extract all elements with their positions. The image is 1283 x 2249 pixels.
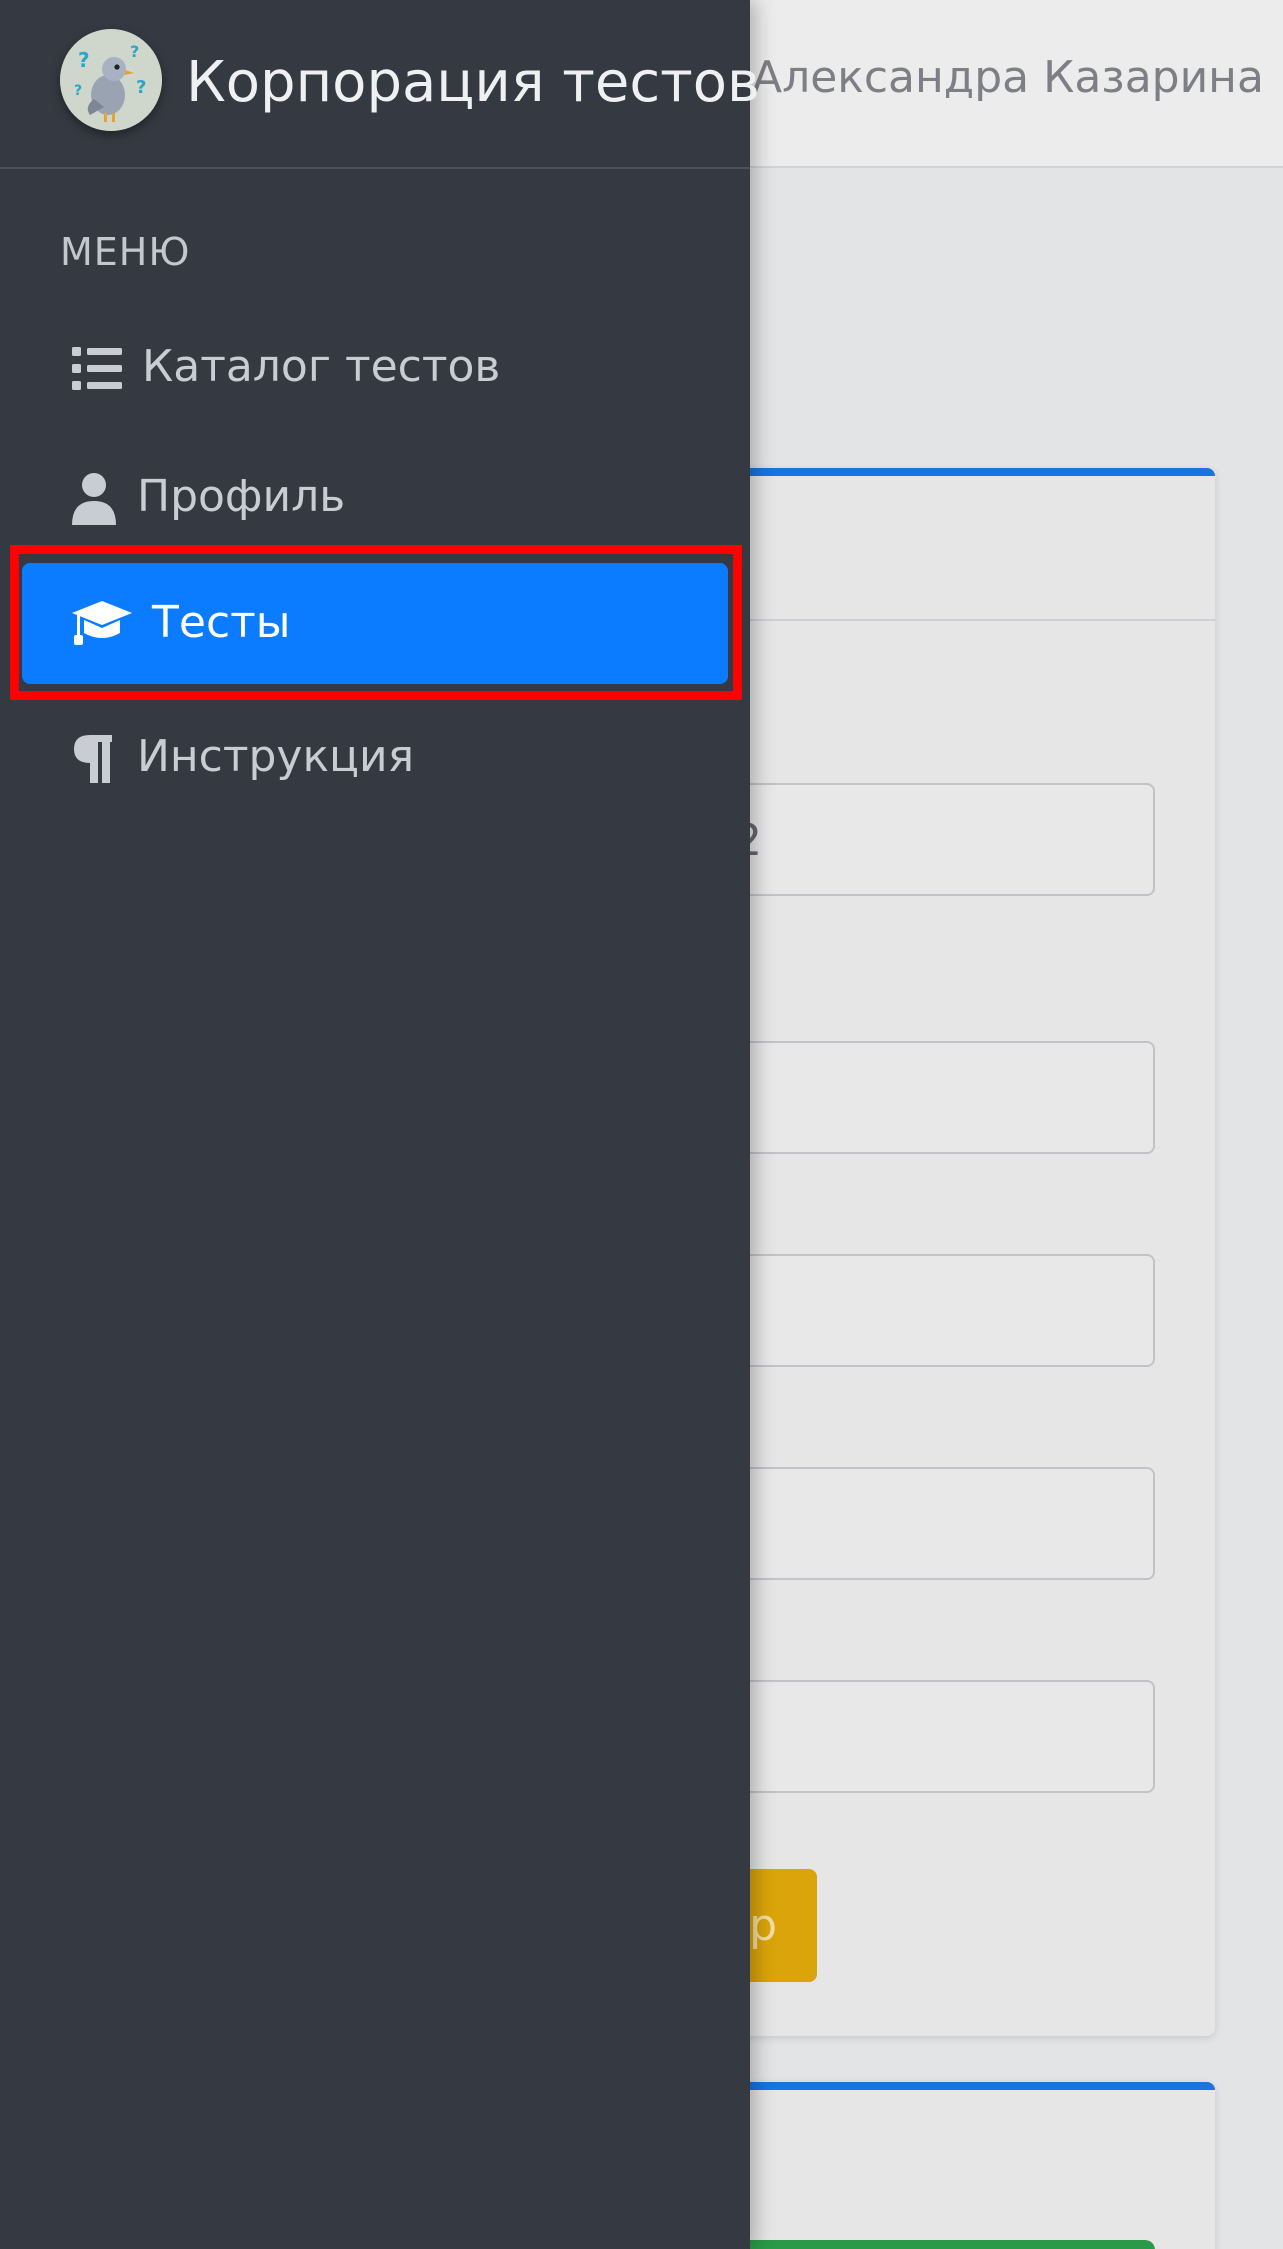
sidebar-drawer: ? ? ? ? Корпорация тестов МЕНЮ Каталог т… <box>0 0 760 2249</box>
sidebar-item-label: Тесты <box>152 597 291 648</box>
sidebar-item-tests[interactable]: Тесты <box>22 563 728 684</box>
sidebar-item-label: Каталог тестов <box>142 341 501 392</box>
pigeon-logo-icon: ? ? ? ? <box>60 29 162 131</box>
svg-text:?: ? <box>130 42 139 61</box>
graduation-cap-icon <box>70 595 134 651</box>
sidebar-item-instructions[interactable]: Инструкция <box>60 705 700 805</box>
brand-header[interactable]: ? ? ? ? Корпорация тестов <box>0 0 760 169</box>
user-icon <box>70 471 126 527</box>
brand-name: Корпорация тестов <box>186 50 761 115</box>
sidebar-item-label: Инструкция <box>137 731 415 782</box>
app-viewport: Александра Казарина 2 р <box>0 0 1283 2249</box>
svg-text:?: ? <box>78 48 90 72</box>
svg-text:?: ? <box>136 77 146 98</box>
form-field-3[interactable] <box>700 1254 1155 1367</box>
card-header <box>700 476 1215 621</box>
second-card <box>700 2082 1215 2249</box>
user-name[interactable]: Александра Казарина <box>752 52 1264 103</box>
profile-card: 2 р <box>700 468 1215 2036</box>
form-field-4[interactable] <box>700 1467 1155 1580</box>
paragraph-icon <box>70 731 126 787</box>
form-field-5[interactable] <box>700 1680 1155 1793</box>
sidebar-item-catalog[interactable]: Каталог тестов <box>60 315 700 415</box>
form-field-2[interactable] <box>700 1041 1155 1154</box>
svg-text:?: ? <box>74 83 82 99</box>
list-icon <box>70 341 126 397</box>
menu-header: МЕНЮ <box>60 230 191 274</box>
sidebar-item-profile[interactable]: Профиль <box>60 445 700 545</box>
sidebar-item-label: Профиль <box>137 471 346 522</box>
success-button[interactable] <box>700 2240 1155 2249</box>
form-field-1[interactable]: 2 <box>700 783 1155 896</box>
